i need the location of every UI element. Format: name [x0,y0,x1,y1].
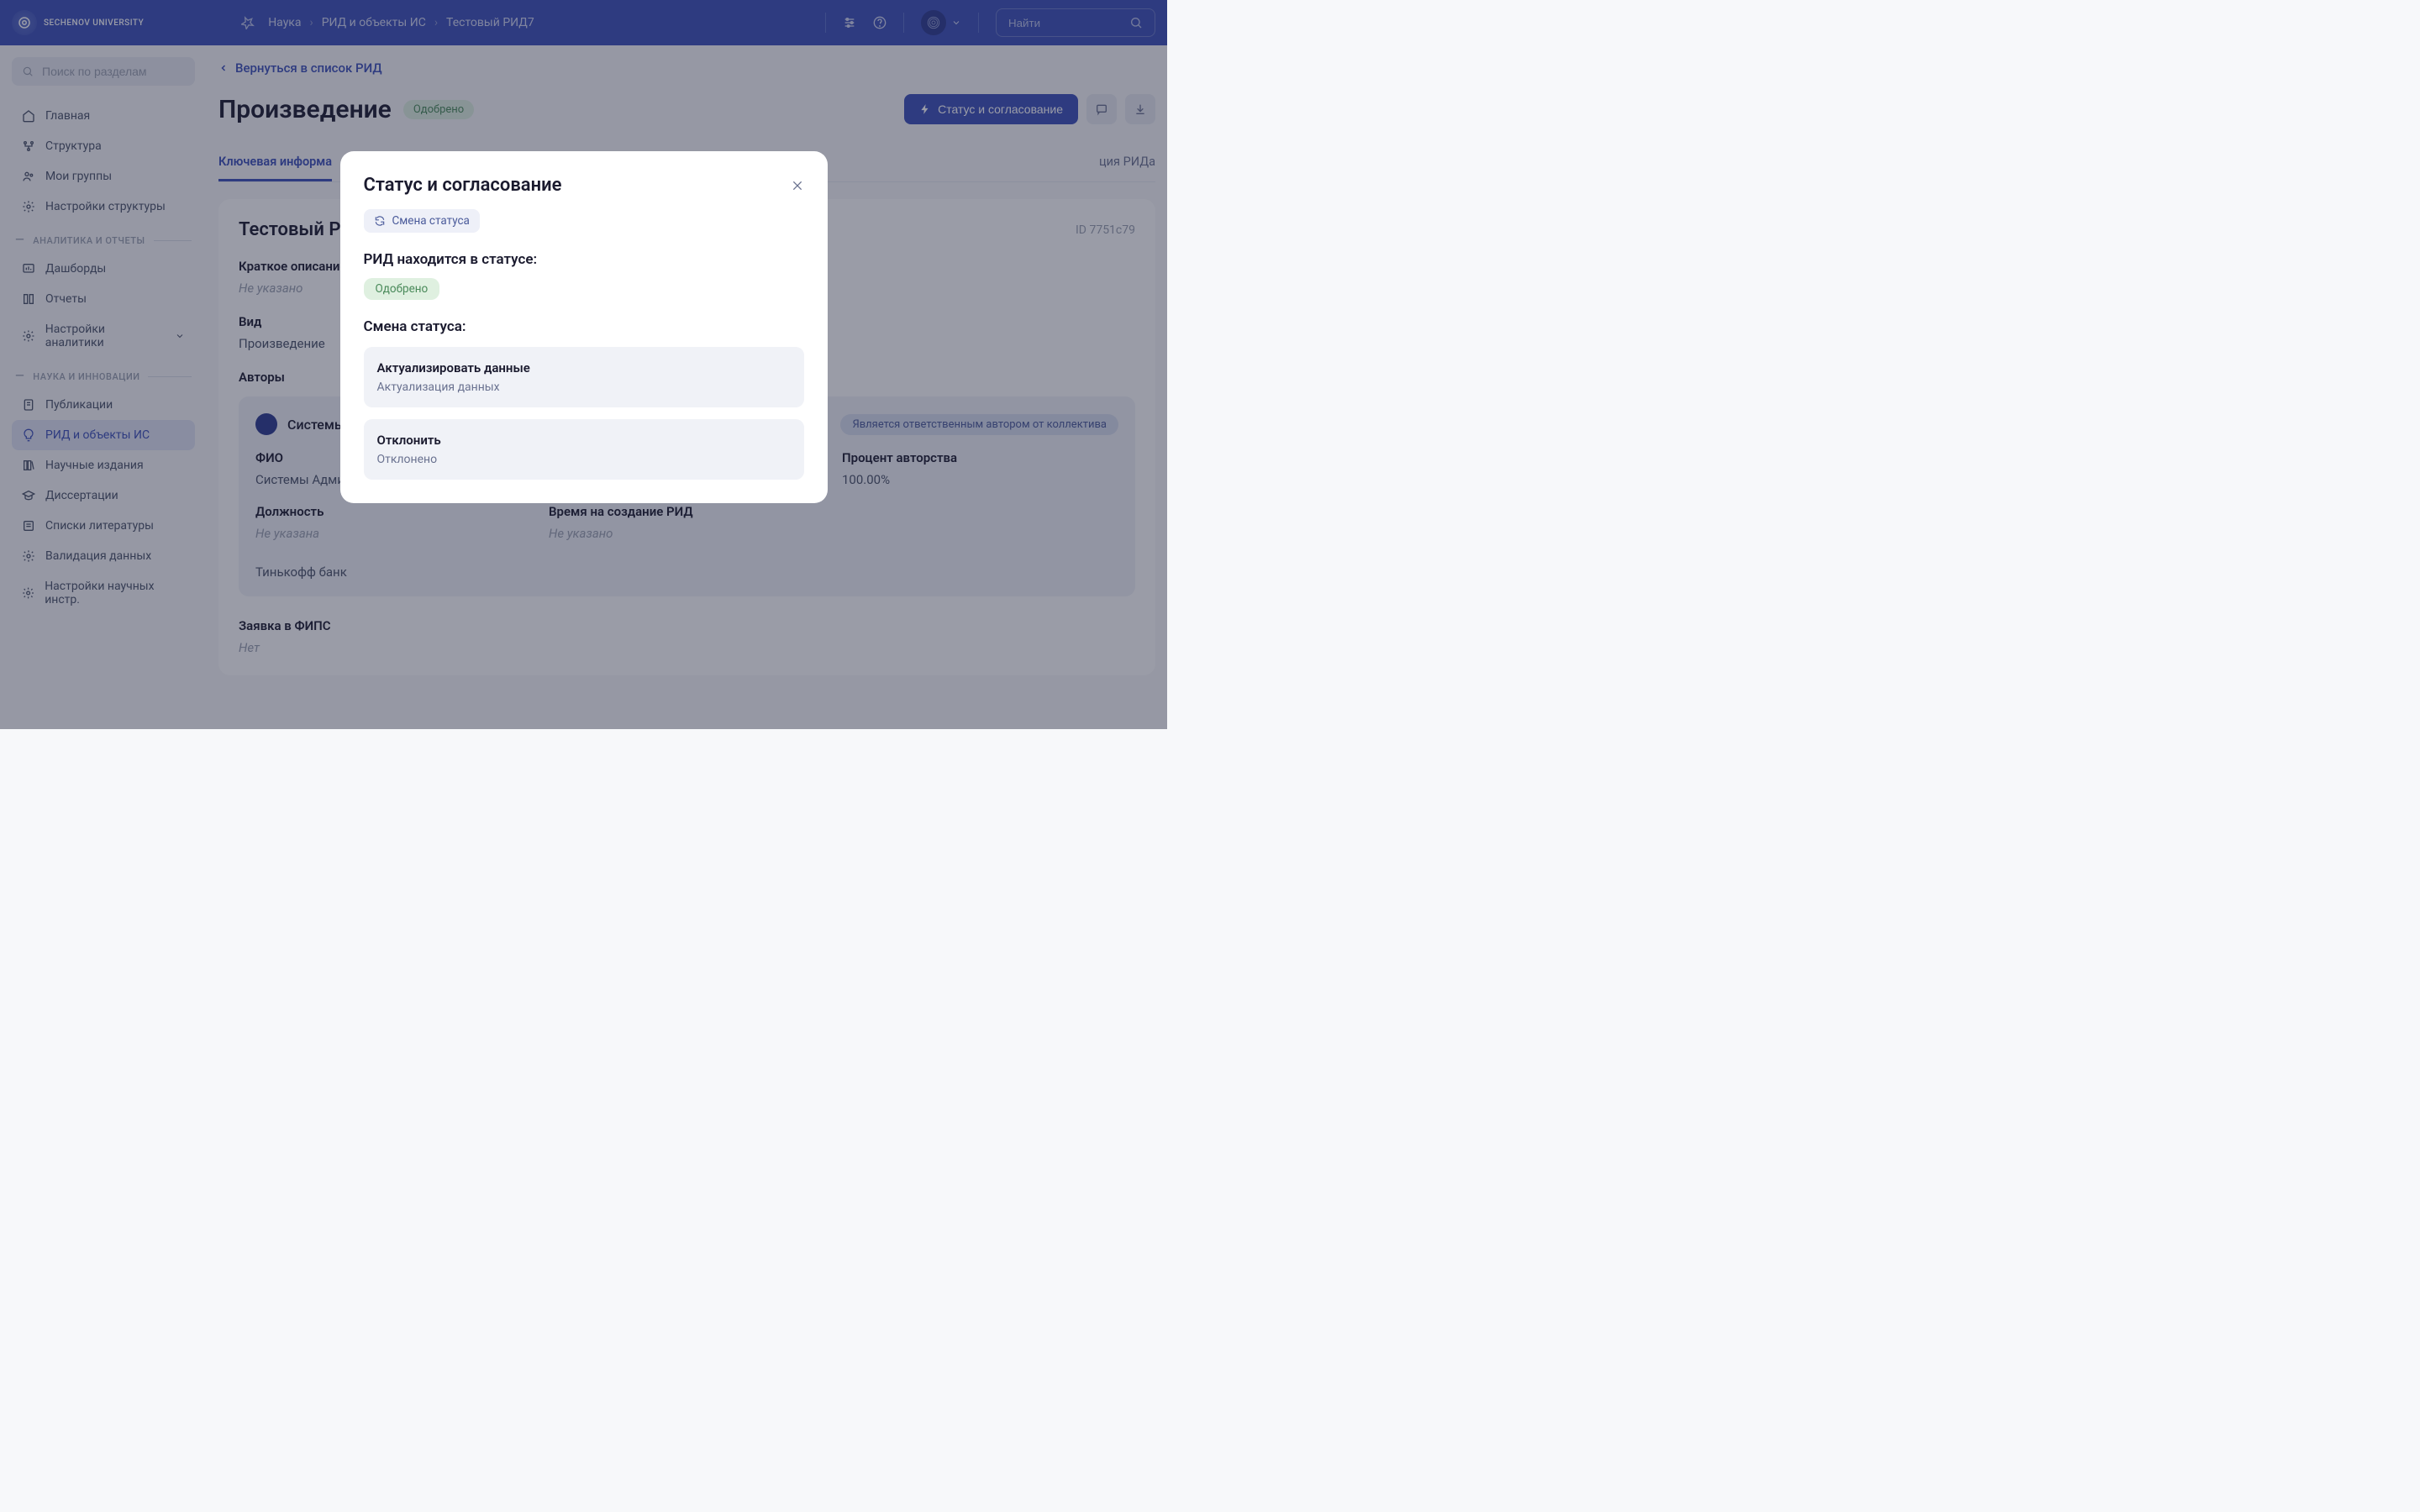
status-value: Одобрено [364,278,440,300]
change-status-chip[interactable]: Смена статуса [364,209,480,233]
option-title: Отклонить [377,433,791,448]
change-label: Смена статуса: [364,318,804,335]
modal-title: Статус и согласование [364,175,562,196]
option-sub: Отклонено [377,453,791,466]
modal-overlay[interactable]: Статус и согласование Смена статуса РИД … [0,0,1167,729]
status-modal: Статус и согласование Смена статуса РИД … [340,151,828,503]
option-update[interactable]: Актуализировать данные Актуализация данн… [364,347,804,407]
status-label: РИД находится в статусе: [364,251,804,268]
close-icon [791,179,804,192]
close-button[interactable] [791,179,804,192]
option-title: Актуализировать данные [377,360,791,375]
refresh-icon [374,215,386,227]
option-sub: Актуализация данных [377,381,791,394]
option-reject[interactable]: Отклонить Отклонено [364,419,804,480]
